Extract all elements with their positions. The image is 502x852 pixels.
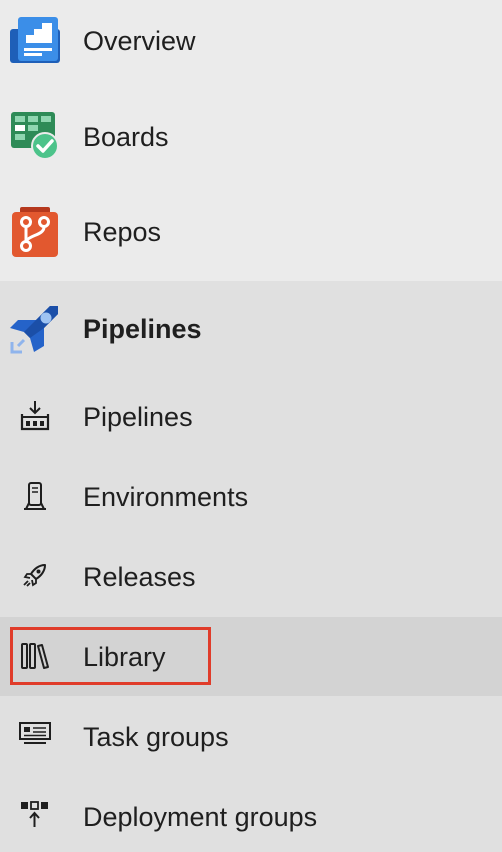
repos-icon	[12, 207, 58, 257]
nav-group-pipelines[interactable]: Pipelines	[0, 281, 502, 377]
pipelines-rocket-icon	[10, 306, 58, 354]
boards-icon	[11, 112, 59, 160]
top-nav-section: Overview Boards Repos	[0, 0, 502, 281]
nav-item-deployment-groups-label: Deployment groups	[83, 802, 318, 832]
nav-item-environments-label: Environments	[83, 482, 249, 512]
nav-item-releases[interactable]: Releases	[0, 537, 502, 617]
nav-item-pipelines[interactable]: Pipelines	[0, 377, 502, 457]
releases-icon	[23, 564, 46, 587]
environments-icon	[24, 482, 46, 510]
nav-item-environments[interactable]: Environments	[0, 457, 502, 537]
nav-item-pipelines-label: Pipelines	[83, 402, 193, 432]
nav-item-releases-label: Releases	[83, 562, 196, 592]
deployment-groups-icon	[21, 801, 48, 827]
library-icon	[21, 643, 49, 669]
nav-group-pipelines-label: Pipelines	[83, 314, 202, 344]
nav-item-repos[interactable]: Repos	[0, 186, 502, 281]
nav-item-library-label: Library	[83, 642, 166, 672]
nav-item-repos-label: Repos	[83, 217, 162, 247]
nav-item-task-groups-label: Task groups	[83, 722, 229, 752]
nav-item-overview-label: Overview	[83, 26, 196, 56]
nav-item-library[interactable]: Library	[0, 617, 502, 696]
nav-item-boards-label: Boards	[83, 122, 169, 152]
pipelines-icon	[20, 401, 50, 431]
nav-item-overview[interactable]: Overview	[0, 0, 502, 90]
task-groups-icon	[19, 722, 51, 744]
nav-item-deployment-groups[interactable]: Deployment groups	[0, 776, 502, 852]
nav-item-boards[interactable]: Boards	[0, 90, 502, 186]
overview-icon	[10, 17, 60, 63]
nav-item-task-groups[interactable]: Task groups	[0, 696, 502, 776]
project-nav-sidebar: Overview Boards Repos Pipelines Pipeline…	[0, 0, 502, 852]
